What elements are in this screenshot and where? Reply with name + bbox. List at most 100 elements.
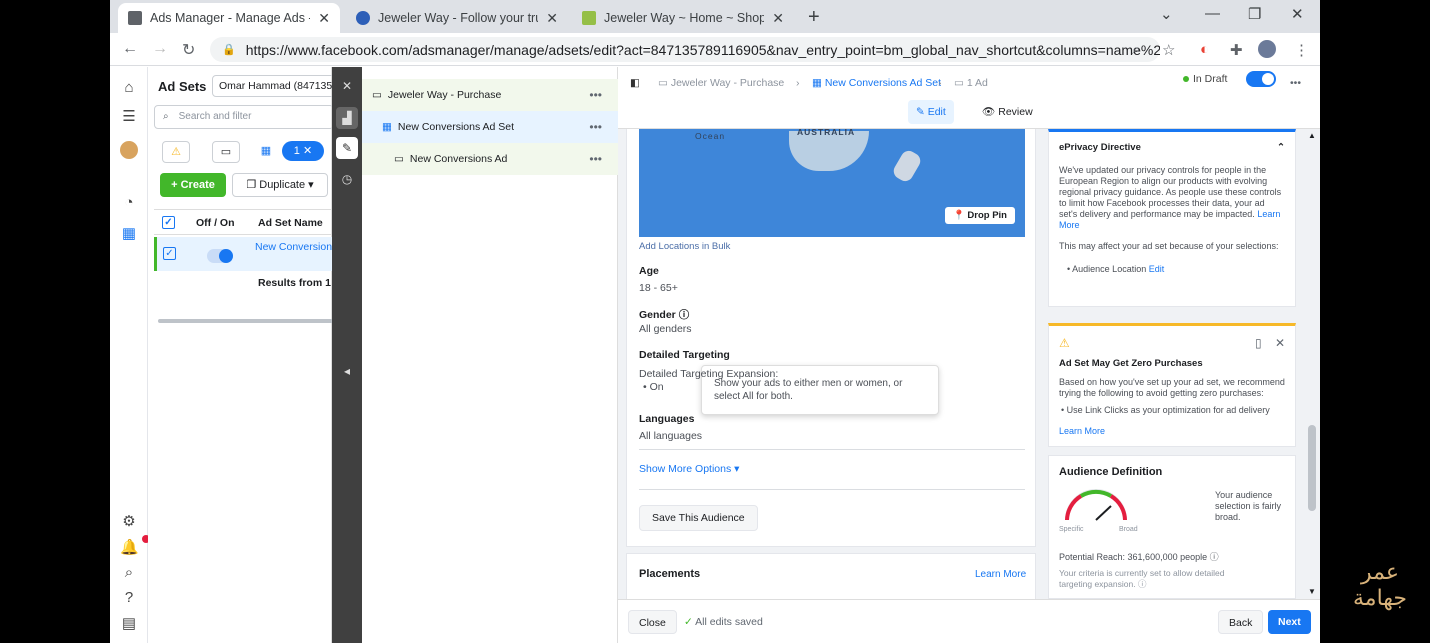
breadcrumb-adset[interactable]: ▦ New Conversions Ad Set [812, 77, 941, 89]
gender-label-wrap: Gender ⓘ [639, 307, 689, 322]
close-tab-icon[interactable]: ✕ [772, 10, 784, 27]
back-button[interactable]: Back [1218, 610, 1264, 634]
settings-gear-icon[interactable]: ⚙ [120, 513, 138, 531]
gender-value[interactable]: All genders [639, 323, 692, 335]
close-button[interactable]: Close [628, 610, 677, 634]
search-icon[interactable]: ⌕ [120, 564, 138, 582]
audience-card: Ocean AUSTRALIA 📍 Drop Pin Add Locations… [626, 129, 1036, 547]
chart-icon[interactable]: ▟ [336, 107, 358, 129]
menu-kebab-icon[interactable]: ⋮ [1294, 41, 1309, 59]
table-row[interactable]: ✓ New Conversion [154, 237, 334, 271]
guidance-sidebar: ePrivacy Directive ⌃ We've updated our pr… [1048, 129, 1296, 599]
extension-icon[interactable]: ◐ [1200, 41, 1209, 58]
account-avatar[interactable] [120, 141, 138, 159]
tree-ad[interactable]: ▭ New Conversions Ad ••• [362, 143, 618, 175]
more-options-icon[interactable]: ••• [589, 152, 602, 166]
more-options-icon[interactable]: ••• [589, 88, 602, 102]
australia-landmass [789, 131, 869, 171]
table-grid-icon[interactable]: ▦ [120, 225, 138, 243]
duplicate-button[interactable]: ❐ Duplicate ▾ [232, 173, 328, 197]
home-icon[interactable]: ⌂ [120, 79, 138, 97]
filter-pill[interactable]: 1 ✕ [282, 141, 324, 161]
scroll-thumb[interactable] [1308, 425, 1316, 511]
close-editor-icon[interactable]: ✕ [336, 75, 358, 97]
sidebar-toggle-icon[interactable]: ◧ [630, 77, 640, 89]
horizontal-scrollbar[interactable] [158, 319, 334, 323]
scroll-down-icon[interactable]: ▼ [1308, 587, 1316, 596]
edit-pencil-icon[interactable]: ✎ [336, 137, 358, 159]
close-window-icon[interactable]: ✕ [1291, 5, 1304, 23]
puzzle-icon[interactable]: ✚ [1230, 41, 1243, 59]
potential-reach: Potential Reach: 361,600,000 people ⓘ [1059, 552, 1219, 563]
warning-filter-icon[interactable]: ⚠ [162, 141, 190, 163]
info-icon[interactable]: ⓘ [1210, 552, 1219, 562]
adset-switch[interactable] [1246, 71, 1276, 87]
zero-card-icons: ⚠ ▯ ✕ [1059, 336, 1285, 350]
folder-icon[interactable]: ▭ [212, 141, 240, 163]
history-clock-icon[interactable]: ◷ [336, 168, 358, 190]
dashboard-gauge-icon[interactable]: ◔ [120, 194, 138, 212]
help-icon[interactable]: ? [120, 589, 138, 607]
collapse-icon[interactable]: ◂ [336, 360, 358, 382]
new-tab-icon[interactable]: + [808, 6, 820, 29]
maximize-icon[interactable]: ❐ [1248, 5, 1261, 23]
search-filter-input[interactable]: ⌕ Search and filter [154, 105, 334, 129]
add-locations-bulk-link[interactable]: Add Locations in Bulk [639, 241, 730, 252]
back-arrow-icon[interactable]: ← [122, 40, 138, 58]
location-map[interactable]: Ocean AUSTRALIA 📍 Drop Pin [639, 129, 1025, 237]
close-icon[interactable]: ✕ [1275, 336, 1285, 350]
next-button[interactable]: Next [1268, 610, 1311, 634]
select-all-checkbox[interactable]: ✓ [162, 216, 175, 229]
zero-list-item: • Use Link Clicks as your optimization f… [1061, 405, 1270, 415]
create-button[interactable]: + Create [160, 173, 226, 197]
breadcrumb-ad[interactable]: ▭ 1 Ad [954, 77, 988, 89]
tab-title: Ads Manager - Manage Ads - Ad [150, 11, 310, 25]
show-more-options-link[interactable]: Show More Options ▾ [639, 463, 739, 475]
breadcrumb-campaign[interactable]: ▭ Jeweler Way - Purchase [658, 77, 784, 89]
tab-shopify[interactable]: Jeweler Way ~ Home ~ Shopify ✕ [572, 3, 794, 33]
hamburger-menu-icon[interactable]: ☰ [120, 108, 138, 126]
notifications-bell-icon[interactable]: 🔔 [120, 535, 150, 557]
tree-adset[interactable]: ▦ New Conversions Ad Set ••• [362, 111, 618, 143]
drop-pin-button[interactable]: 📍 Drop Pin [944, 207, 1015, 224]
tab-search-icon[interactable]: ⌄ [1160, 5, 1173, 23]
tab-ads-manager[interactable]: Ads Manager - Manage Ads - Ad ✕ [118, 3, 340, 33]
adset-name: New Conversions Ad Set [397, 121, 515, 133]
adset-name-link[interactable]: New Conversion [255, 241, 332, 253]
info-icon[interactable]: ⓘ [1138, 579, 1147, 589]
bookmark-star-icon[interactable]: ☆ [1162, 41, 1175, 59]
account-selector[interactable]: Omar Hammad (8471357 [212, 75, 342, 97]
url-field[interactable]: 🔒 https://www.facebook.com/adsmanager/ma… [210, 37, 1160, 62]
reload-icon[interactable]: ↻ [182, 40, 195, 60]
tab-review[interactable]: 👁 Review [974, 100, 1041, 124]
row-checkbox[interactable]: ✓ [163, 247, 176, 260]
zero-learn-more-link[interactable]: Learn More [1059, 426, 1285, 437]
report-icon[interactable]: ▤ [120, 615, 138, 633]
close-tab-icon[interactable]: ✕ [318, 10, 330, 27]
tab-bar: Ads Manager - Manage Ads - Ad ✕ Jeweler … [110, 0, 1320, 33]
minimize-icon[interactable]: — [1205, 5, 1220, 22]
tree-campaign[interactable]: ▭ Jeweler Way - Purchase ••• [362, 79, 618, 111]
close-tab-icon[interactable]: ✕ [546, 10, 558, 27]
vertical-scrollbar[interactable]: ▲ ▼ [1306, 131, 1318, 601]
save-audience-button[interactable]: Save This Audience [639, 505, 758, 531]
scroll-up-icon[interactable]: ▲ [1308, 131, 1316, 140]
profile-avatar[interactable] [1258, 40, 1276, 58]
forward-arrow-icon[interactable]: → [152, 40, 168, 58]
tab-jeweler-way[interactable]: Jeweler Way - Follow your true p ✕ [346, 3, 568, 33]
languages-value[interactable]: All languages [639, 430, 702, 442]
placements-learn-more-link[interactable]: Learn More [975, 569, 1026, 580]
zoom-icon[interactable]: ⌕ [1132, 41, 1140, 58]
more-options-icon[interactable]: ••• [1290, 77, 1301, 89]
more-options-icon[interactable]: ••• [589, 120, 602, 134]
chevron-up-icon[interactable]: ⌃ [1277, 142, 1285, 153]
folder-icon: ▭ [372, 89, 382, 101]
grid-view-icon[interactable]: ▦ [252, 141, 280, 163]
age-value[interactable]: 18 - 65+ [639, 282, 678, 294]
eprivacy-edit-link[interactable]: Edit [1149, 264, 1165, 274]
adset-toggle[interactable] [207, 249, 233, 263]
info-icon[interactable]: ⓘ [679, 309, 690, 321]
ad-name: New Conversions Ad [409, 153, 508, 165]
tab-edit[interactable]: ✎ Edit [908, 100, 954, 124]
bookmark-icon[interactable]: ▯ [1255, 336, 1262, 350]
